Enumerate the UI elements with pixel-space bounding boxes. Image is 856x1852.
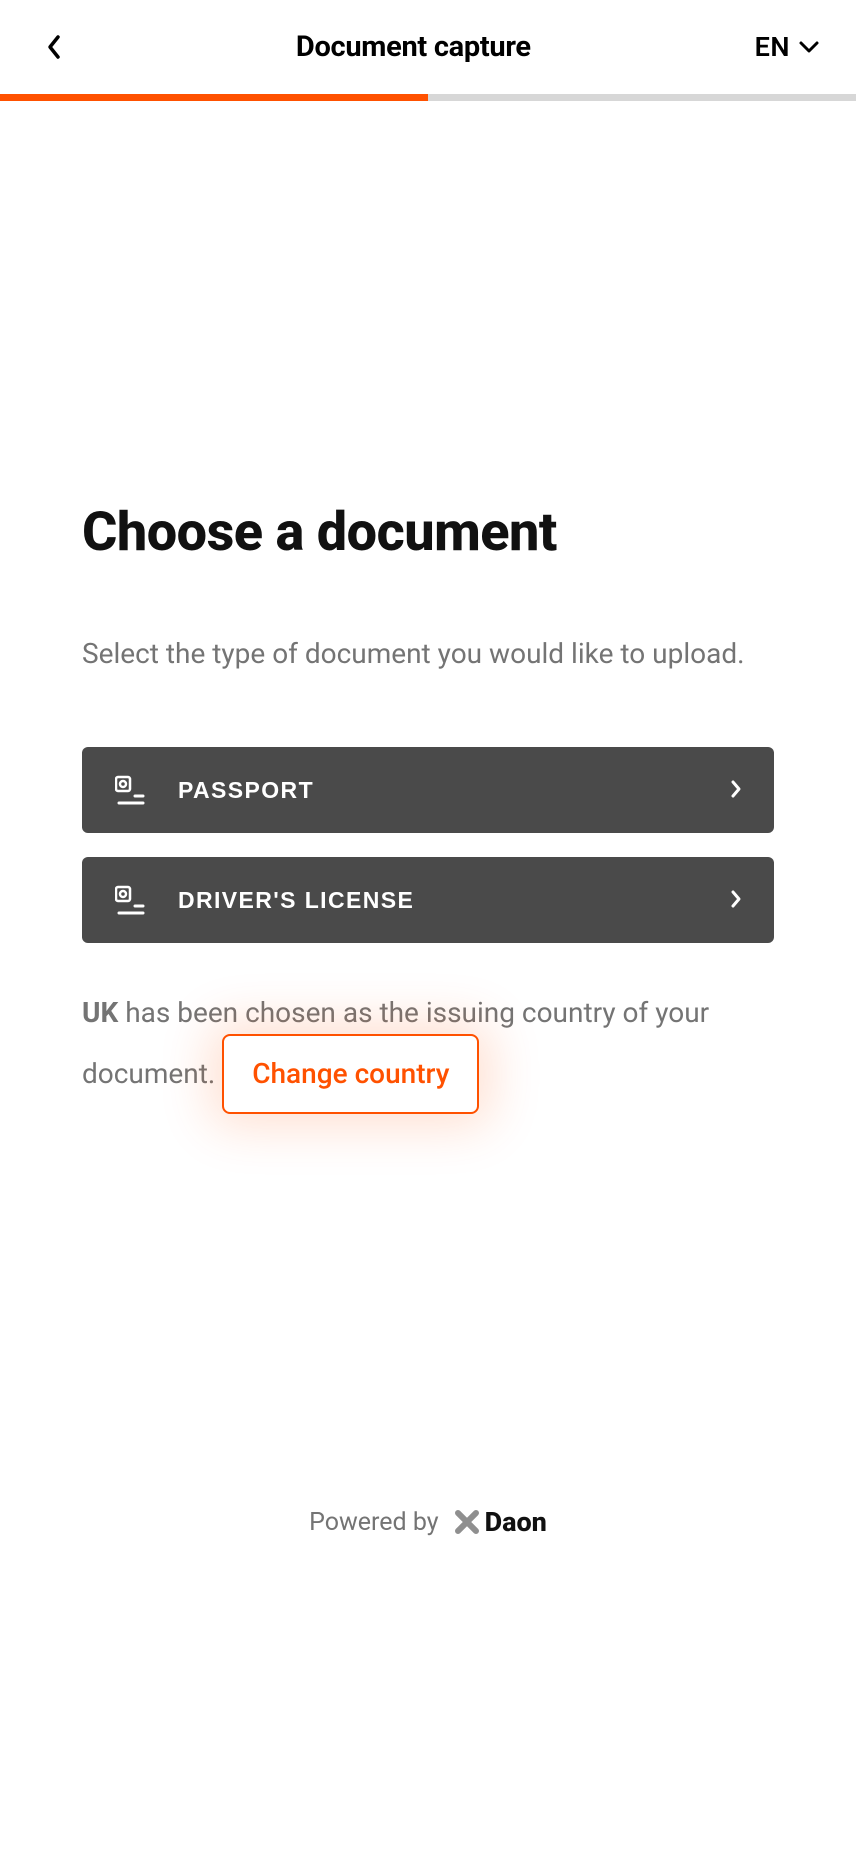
passport-button[interactable]: PASSPORT xyxy=(82,747,774,833)
id-card-icon xyxy=(114,883,148,917)
brand-name: Daon xyxy=(485,1506,547,1538)
drivers-license-label: DRIVER'S LICENSE xyxy=(178,887,730,914)
back-button[interactable] xyxy=(36,29,72,65)
language-selector[interactable]: EN xyxy=(755,31,820,63)
page-title: Document capture xyxy=(72,30,755,64)
heading: Choose a document xyxy=(82,501,774,564)
progress-bar xyxy=(0,94,856,101)
brand: Daon xyxy=(453,1506,547,1538)
chevron-right-icon xyxy=(730,889,742,912)
powered-by-label: Powered by xyxy=(309,1508,438,1537)
x-icon xyxy=(453,1508,481,1536)
country-name: UK xyxy=(82,996,118,1029)
drivers-license-button[interactable]: DRIVER'S LICENSE xyxy=(82,857,774,943)
footer: Powered by Daon xyxy=(0,1522,856,1852)
header: Document capture EN xyxy=(0,0,856,94)
subheading: Select the type of document you would li… xyxy=(82,634,774,673)
progress-fill xyxy=(0,94,428,101)
language-label: EN xyxy=(755,31,790,63)
chevron-right-icon xyxy=(730,779,742,802)
main-content: Choose a document Select the type of doc… xyxy=(0,101,856,1522)
chevron-down-icon xyxy=(798,40,820,54)
country-text: UK has been chosen as the issuing countr… xyxy=(82,993,774,1114)
chevron-left-icon xyxy=(46,34,62,60)
id-card-icon xyxy=(114,773,148,807)
passport-label: PASSPORT xyxy=(178,777,730,804)
change-country-link[interactable]: Change country xyxy=(222,1034,479,1115)
